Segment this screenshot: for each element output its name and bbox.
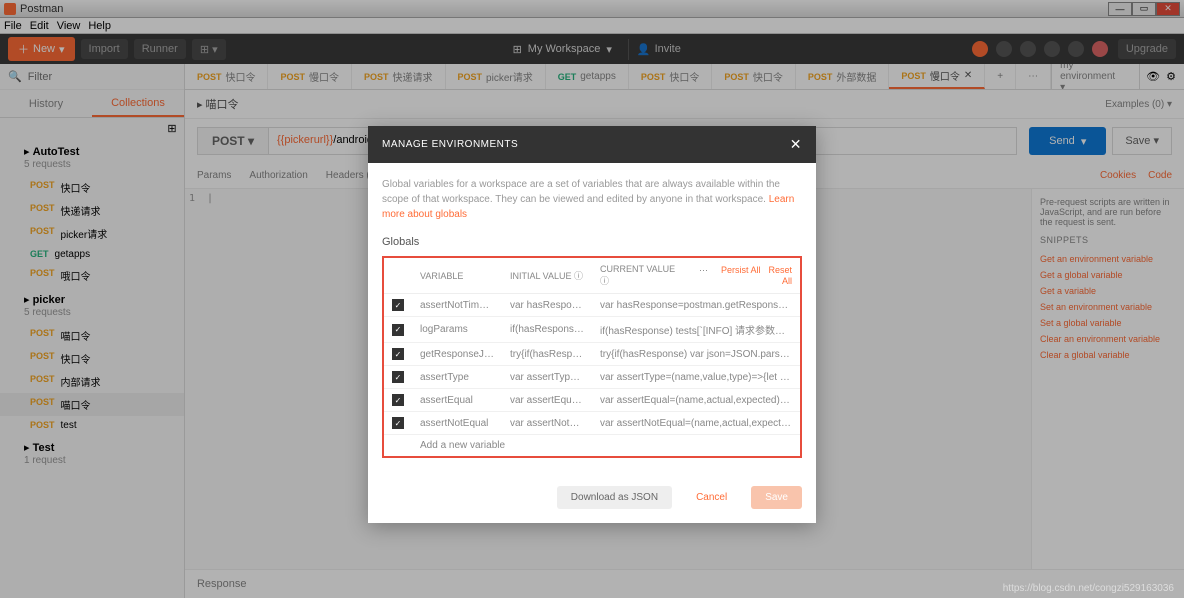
cancel-button[interactable]: Cancel (682, 486, 741, 509)
persist-all-link[interactable]: Persist All (721, 265, 761, 275)
reset-all-link[interactable]: Reset All (768, 265, 792, 286)
col-initial: INITIAL VALUE ⓘ (502, 257, 592, 294)
manage-environments-modal: MANAGE ENVIRONMENTS ✕ Global variables f… (368, 126, 816, 523)
global-variable-row[interactable]: ✓assertTypevar assertType=(nam...var ass… (383, 366, 801, 389)
checkbox-icon[interactable]: ✓ (392, 371, 404, 383)
checkbox-icon[interactable]: ✓ (392, 299, 404, 311)
add-variable-row[interactable]: Add a new variable (383, 435, 801, 458)
global-variable-row[interactable]: ✓assertEqualvar assertEqual=(na...var as… (383, 389, 801, 412)
global-variable-row[interactable]: ✓getResponseJsontry{if(hasResponse) v...… (383, 343, 801, 366)
global-variable-row[interactable]: ✓assertNotEqualvar assertNotEqual=(...va… (383, 412, 801, 435)
modal-description: Global variables for a workspace are a s… (382, 177, 802, 222)
modal-overlay: MANAGE ENVIRONMENTS ✕ Global variables f… (0, 0, 1184, 598)
globals-table: VARIABLE INITIAL VALUE ⓘ CURRENT VALUE ⓘ… (382, 256, 802, 458)
checkbox-icon[interactable]: ✓ (392, 324, 404, 336)
modal-title: MANAGE ENVIRONMENTS (382, 139, 518, 150)
col-current: CURRENT VALUE ⓘ (592, 257, 688, 294)
download-json-button[interactable]: Download as JSON (557, 486, 672, 509)
modal-close-icon[interactable]: ✕ (790, 136, 802, 153)
watermark: https://blog.csdn.net/congzi529163036 (1003, 583, 1174, 594)
checkbox-icon[interactable]: ✓ (392, 417, 404, 429)
checkbox-icon[interactable]: ✓ (392, 348, 404, 360)
col-actions: ⋯ Persist AllReset All (688, 257, 801, 294)
modal-save-button[interactable]: Save (751, 486, 802, 509)
col-variable: VARIABLE (412, 257, 502, 294)
checkbox-icon[interactable]: ✓ (392, 394, 404, 406)
globals-heading: Globals (382, 236, 802, 248)
global-variable-row[interactable]: ✓logParamsif(hasResponse) tests...if(has… (383, 317, 801, 343)
global-variable-row[interactable]: ✓assertNotTimeoutvar hasResponse=po...va… (383, 294, 801, 317)
